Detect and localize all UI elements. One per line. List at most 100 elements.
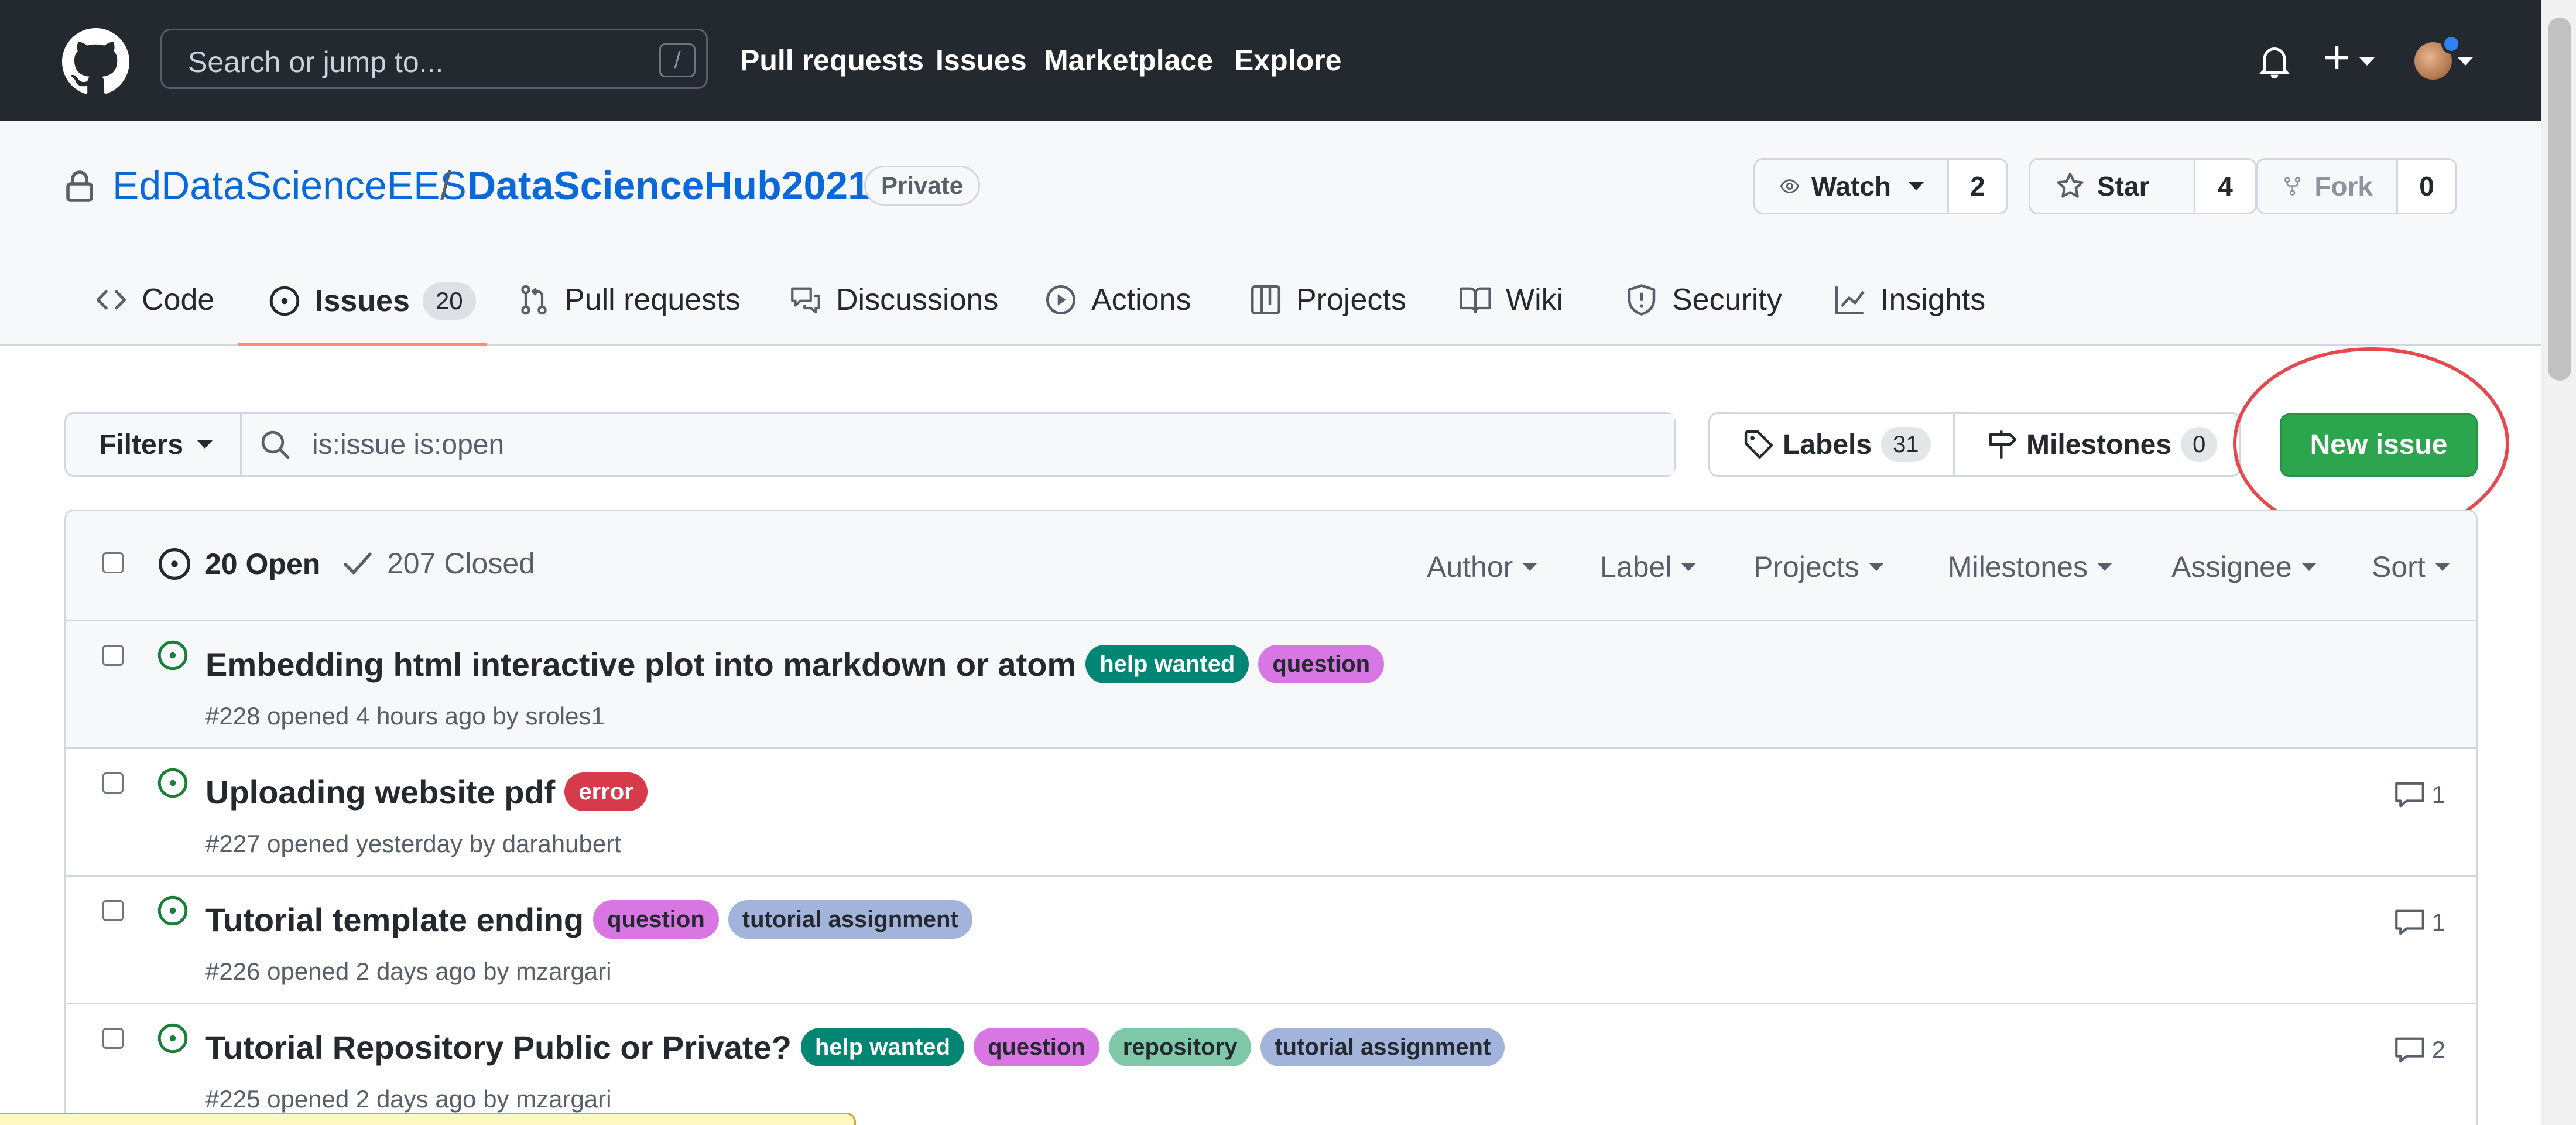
issues-list-header: 20 Open 207 Closed Author Label Projects…	[66, 511, 2476, 621]
tab-issues[interactable]: Issues 20	[268, 282, 476, 320]
search-input[interactable]: Search or jump to... /	[160, 29, 708, 89]
issue-checkbox[interactable]	[102, 1028, 124, 1049]
issue-label[interactable]: question	[974, 1028, 1099, 1066]
issue-meta: #228 opened 4 hours ago by sroles1	[205, 702, 605, 730]
issue-label[interactable]: question	[593, 900, 719, 939]
tab-wiki[interactable]: Wiki	[1459, 282, 1563, 317]
repo-owner-link[interactable]: EdDataScienceEES	[112, 163, 467, 208]
search-icon	[261, 430, 290, 459]
watch-count[interactable]: 2	[1949, 160, 2006, 213]
issue-row[interactable]: Embedding html interactive plot into mar…	[66, 620, 2476, 747]
tab-pull-requests[interactable]: Pull requests	[518, 282, 741, 317]
projects-filter[interactable]: Projects	[1753, 550, 1884, 584]
issue-title-link[interactable]: Embedding html interactive plot into mar…	[205, 645, 1076, 683]
tab-discussions[interactable]: Discussions	[789, 282, 998, 317]
star-button[interactable]: Star	[2030, 160, 2196, 213]
open-issues-link[interactable]: 20 Open	[157, 546, 320, 582]
chevron-down-icon	[2434, 563, 2450, 571]
nav-explore[interactable]: Explore	[1234, 43, 1341, 77]
open-count-label: 20 Open	[205, 548, 321, 580]
issue-title-link[interactable]: Tutorial Repository Public or Private?	[205, 1028, 792, 1066]
closed-issues-link[interactable]: 207 Closed	[341, 546, 535, 580]
issue-label[interactable]: help wanted	[1085, 645, 1249, 683]
issue-meta: #225 opened 2 days ago by mzargari	[205, 1085, 612, 1113]
chevron-down-icon	[2301, 563, 2317, 571]
tab-label: Projects	[1296, 283, 1406, 317]
tab-security[interactable]: Security	[1625, 282, 1782, 317]
comments-count: 1	[2431, 908, 2445, 936]
issues-search-input[interactable]: is:issue is:open	[242, 414, 1674, 475]
label-filter[interactable]: Label	[1600, 550, 1697, 584]
milestones-count: 0	[2181, 427, 2218, 462]
plus-icon[interactable]: +	[2323, 34, 2351, 81]
milestones-button[interactable]: Milestones 0	[1955, 414, 2218, 475]
issue-label[interactable]: repository	[1108, 1028, 1252, 1066]
bell-icon[interactable]	[2257, 41, 2292, 81]
tab-actions[interactable]: Actions	[1044, 282, 1191, 317]
shield-icon	[1628, 284, 1656, 316]
issue-title-line: Tutorial Repository Public or Private? h…	[205, 1028, 1505, 1066]
issue-row[interactable]: Tutorial template ending question tutori…	[66, 875, 2476, 1003]
labels-count: 31	[1881, 427, 1931, 462]
git-pull-request-icon	[521, 285, 547, 315]
issue-opened-icon	[157, 640, 188, 671]
star-label: Star	[2097, 171, 2150, 201]
nav-issues[interactable]: Issues	[936, 43, 1027, 77]
issue-checkbox[interactable]	[102, 900, 124, 921]
issue-title-line: Tutorial template ending question tutori…	[205, 900, 972, 939]
tab-projects[interactable]: Projects	[1249, 282, 1406, 317]
issue-label[interactable]: error	[564, 772, 648, 811]
fork-count[interactable]: 0	[2398, 160, 2455, 213]
comments-link[interactable]: 2	[2393, 1034, 2445, 1066]
star-button-group: Star 4	[2029, 158, 2257, 214]
labels-button[interactable]: Labels 31	[1710, 414, 1955, 475]
issue-label[interactable]: tutorial assignment	[1260, 1028, 1505, 1066]
issue-row[interactable]: Tutorial Repository Public or Private? h…	[66, 1003, 2476, 1125]
star-count[interactable]: 4	[2195, 160, 2255, 213]
scrollbar-thumb[interactable]	[2548, 18, 2571, 381]
author-filter[interactable]: Author	[1427, 550, 1538, 584]
tab-label: Issues	[315, 284, 410, 318]
fork-button[interactable]: Fork	[2258, 160, 2398, 213]
watch-button[interactable]: Watch	[1755, 160, 1949, 213]
issue-label[interactable]: help wanted	[800, 1028, 965, 1066]
sort-filter[interactable]: Sort	[2372, 550, 2450, 584]
tab-insights[interactable]: Insights	[1834, 282, 1985, 317]
tab-label: Security	[1672, 283, 1782, 317]
issue-label[interactable]: tutorial assignment	[728, 900, 972, 939]
comments-count: 1	[2431, 781, 2445, 808]
chevron-down-icon	[1681, 563, 1697, 571]
visibility-badge: Private	[864, 166, 981, 206]
lock-icon	[66, 170, 93, 202]
github-logo-icon[interactable]	[62, 28, 129, 95]
issue-meta: #227 opened yesterday by darahubert	[205, 830, 621, 857]
milestones-filter[interactable]: Milestones	[1948, 550, 2112, 584]
issue-title-link[interactable]: Tutorial template ending	[205, 901, 584, 939]
select-all-checkbox[interactable]	[102, 552, 124, 573]
issue-row[interactable]: Uploading website pdf error #227 opened …	[66, 747, 2476, 875]
issue-title-link[interactable]: Uploading website pdf	[205, 773, 555, 811]
tab-code[interactable]: Code	[95, 282, 214, 317]
assignee-filter[interactable]: Assignee	[2171, 550, 2317, 584]
repo-forked-icon	[2284, 177, 2301, 196]
comments-link[interactable]: 1	[2393, 906, 2445, 939]
nav-pull-requests[interactable]: Pull requests	[740, 43, 924, 77]
notification-banner	[0, 1113, 856, 1125]
issue-checkbox[interactable]	[102, 772, 124, 794]
issue-opened-icon	[159, 548, 190, 580]
comments-count: 2	[2431, 1036, 2445, 1064]
issue-checkbox[interactable]	[102, 645, 124, 666]
book-icon	[1460, 287, 1491, 314]
issues-count-badge: 20	[422, 282, 476, 320]
filter-bar: Filters is:issue is:open	[64, 412, 1676, 477]
comments-link[interactable]: 1	[2393, 778, 2445, 811]
chevron-down-icon	[197, 440, 213, 449]
chevron-down-icon	[2359, 57, 2375, 66]
nav-marketplace[interactable]: Marketplace	[1044, 43, 1213, 77]
repo-name-link[interactable]: DataScienceHub2021	[467, 163, 870, 208]
filters-button[interactable]: Filters	[66, 414, 242, 475]
slash-shortcut-icon: /	[659, 43, 696, 77]
issue-label[interactable]: question	[1258, 645, 1385, 683]
issues-list: 20 Open 207 Closed Author Label Projects…	[64, 510, 2478, 1125]
status-dot-icon	[2441, 34, 2461, 54]
